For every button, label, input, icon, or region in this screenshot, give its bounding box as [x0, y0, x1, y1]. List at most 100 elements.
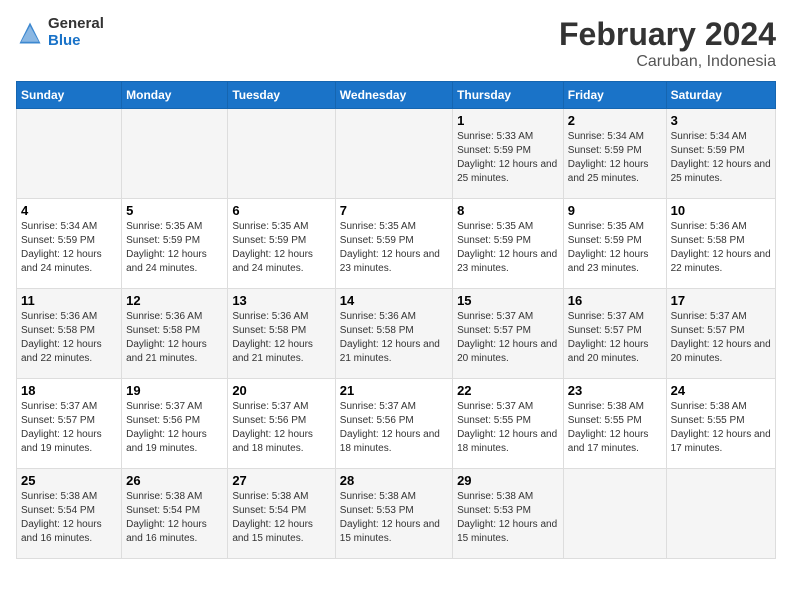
calendar-cell: 4 Sunrise: 5:34 AM Sunset: 5:59 PM Daylig…: [17, 199, 122, 289]
day-info: Sunrise: 5:34 AM Sunset: 5:59 PM Dayligh…: [671, 130, 771, 186]
day-number: 4: [21, 203, 117, 218]
day-number: 6: [232, 203, 330, 218]
column-headers: SundayMondayTuesdayWednesdayThursdayFrid…: [17, 82, 776, 109]
day-info: Sunrise: 5:38 AM Sunset: 5:54 PM Dayligh…: [126, 490, 223, 546]
day-number: 21: [340, 383, 448, 398]
day-number: 17: [671, 293, 771, 308]
calendar-cell: [666, 469, 775, 559]
day-number: 25: [21, 473, 117, 488]
calendar-cell: [335, 109, 452, 199]
calendar-cell: 19 Sunrise: 5:37 AM Sunset: 5:56 PM Dayli…: [122, 379, 228, 469]
day-info: Sunrise: 5:37 AM Sunset: 5:56 PM Dayligh…: [126, 400, 223, 456]
day-number: 18: [21, 383, 117, 398]
day-number: 7: [340, 203, 448, 218]
calendar-table: SundayMondayTuesdayWednesdayThursdayFrid…: [16, 81, 776, 559]
day-number: 27: [232, 473, 330, 488]
day-number: 14: [340, 293, 448, 308]
day-info: Sunrise: 5:38 AM Sunset: 5:54 PM Dayligh…: [232, 490, 330, 546]
calendar-cell: 13 Sunrise: 5:36 AM Sunset: 5:58 PM Dayli…: [228, 289, 335, 379]
day-info: Sunrise: 5:37 AM Sunset: 5:57 PM Dayligh…: [21, 400, 117, 456]
column-header-tuesday: Tuesday: [228, 82, 335, 109]
calendar-cell: 24 Sunrise: 5:38 AM Sunset: 5:55 PM Dayli…: [666, 379, 775, 469]
column-header-thursday: Thursday: [453, 82, 564, 109]
calendar-cell: 10 Sunrise: 5:36 AM Sunset: 5:58 PM Dayli…: [666, 199, 775, 289]
day-info: Sunrise: 5:37 AM Sunset: 5:56 PM Dayligh…: [232, 400, 330, 456]
calendar-cell: 2 Sunrise: 5:34 AM Sunset: 5:59 PM Daylig…: [563, 109, 666, 199]
day-info: Sunrise: 5:34 AM Sunset: 5:59 PM Dayligh…: [21, 220, 117, 276]
column-header-wednesday: Wednesday: [335, 82, 452, 109]
week-row-1: 1 Sunrise: 5:33 AM Sunset: 5:59 PM Daylig…: [17, 109, 776, 199]
logo-text: General Blue: [48, 16, 104, 49]
calendar-cell: 14 Sunrise: 5:36 AM Sunset: 5:58 PM Dayli…: [335, 289, 452, 379]
calendar-cell: 3 Sunrise: 5:34 AM Sunset: 5:59 PM Daylig…: [666, 109, 775, 199]
calendar-cell: 22 Sunrise: 5:37 AM Sunset: 5:55 PM Dayli…: [453, 379, 564, 469]
day-info: Sunrise: 5:35 AM Sunset: 5:59 PM Dayligh…: [457, 220, 559, 276]
day-number: 29: [457, 473, 559, 488]
column-header-sunday: Sunday: [17, 82, 122, 109]
calendar-cell: 16 Sunrise: 5:37 AM Sunset: 5:57 PM Dayli…: [563, 289, 666, 379]
day-info: Sunrise: 5:36 AM Sunset: 5:58 PM Dayligh…: [126, 310, 223, 366]
calendar-cell: 1 Sunrise: 5:33 AM Sunset: 5:59 PM Daylig…: [453, 109, 564, 199]
day-number: 3: [671, 113, 771, 128]
calendar-cell: 11Sunrise: 5:36 AM Sunset: 5:58 PM Dayli…: [17, 289, 122, 379]
day-number: 22: [457, 383, 559, 398]
column-header-saturday: Saturday: [666, 82, 775, 109]
calendar-cell: 21 Sunrise: 5:37 AM Sunset: 5:56 PM Dayli…: [335, 379, 452, 469]
calendar-cell: [228, 109, 335, 199]
day-number: 8: [457, 203, 559, 218]
day-info: Sunrise: 5:37 AM Sunset: 5:57 PM Dayligh…: [457, 310, 559, 366]
calendar-cell: 8 Sunrise: 5:35 AM Sunset: 5:59 PM Daylig…: [453, 199, 564, 289]
week-row-3: 11Sunrise: 5:36 AM Sunset: 5:58 PM Dayli…: [17, 289, 776, 379]
day-info: Sunrise: 5:38 AM Sunset: 5:55 PM Dayligh…: [671, 400, 771, 456]
calendar-cell: 6 Sunrise: 5:35 AM Sunset: 5:59 PM Daylig…: [228, 199, 335, 289]
day-number: 24: [671, 383, 771, 398]
week-row-5: 25 Sunrise: 5:38 AM Sunset: 5:54 PM Dayli…: [17, 469, 776, 559]
day-info: Sunrise: 5:36 AM Sunset: 5:58 PM Dayligh…: [671, 220, 771, 276]
day-info: Sunrise: 5:34 AM Sunset: 5:59 PM Dayligh…: [568, 130, 662, 186]
day-info: Sunrise: 5:33 AM Sunset: 5:59 PM Dayligh…: [457, 130, 559, 186]
calendar-cell: [122, 109, 228, 199]
calendar-cell: 23 Sunrise: 5:38 AM Sunset: 5:55 PM Dayli…: [563, 379, 666, 469]
calendar-cell: 12 Sunrise: 5:36 AM Sunset: 5:58 PM Dayli…: [122, 289, 228, 379]
header: General Blue February 2024 Caruban, Indo…: [16, 16, 776, 71]
day-number: 12: [126, 293, 223, 308]
calendar-cell: 28 Sunrise: 5:38 AM Sunset: 5:53 PM Dayli…: [335, 469, 452, 559]
calendar-cell: 18 Sunrise: 5:37 AM Sunset: 5:57 PM Dayli…: [17, 379, 122, 469]
day-number: 13: [232, 293, 330, 308]
day-info: Sunrise: 5:38 AM Sunset: 5:54 PM Dayligh…: [21, 490, 117, 546]
day-number: 9: [568, 203, 662, 218]
calendar-cell: 29Sunrise: 5:38 AM Sunset: 5:53 PM Dayli…: [453, 469, 564, 559]
day-info: Sunrise: 5:35 AM Sunset: 5:59 PM Dayligh…: [232, 220, 330, 276]
calendar-cell: 17Sunrise: 5:37 AM Sunset: 5:57 PM Dayli…: [666, 289, 775, 379]
day-info: Sunrise: 5:37 AM Sunset: 5:56 PM Dayligh…: [340, 400, 448, 456]
day-number: 2: [568, 113, 662, 128]
calendar-cell: [17, 109, 122, 199]
day-number: 1: [457, 113, 559, 128]
calendar-cell: 5 Sunrise: 5:35 AM Sunset: 5:59 PM Daylig…: [122, 199, 228, 289]
day-info: Sunrise: 5:37 AM Sunset: 5:55 PM Dayligh…: [457, 400, 559, 456]
calendar-cell: 20Sunrise: 5:37 AM Sunset: 5:56 PM Dayli…: [228, 379, 335, 469]
logo-general-text: General: [48, 16, 104, 33]
day-number: 28: [340, 473, 448, 488]
day-number: 10: [671, 203, 771, 218]
logo-blue-text: Blue: [48, 33, 104, 50]
logo-icon: [16, 19, 44, 47]
day-number: 16: [568, 293, 662, 308]
calendar-cell: 7Sunrise: 5:35 AM Sunset: 5:59 PM Daylig…: [335, 199, 452, 289]
day-info: Sunrise: 5:38 AM Sunset: 5:55 PM Dayligh…: [568, 400, 662, 456]
day-info: Sunrise: 5:38 AM Sunset: 5:53 PM Dayligh…: [340, 490, 448, 546]
day-number: 23: [568, 383, 662, 398]
day-info: Sunrise: 5:36 AM Sunset: 5:58 PM Dayligh…: [232, 310, 330, 366]
day-info: Sunrise: 5:36 AM Sunset: 5:58 PM Dayligh…: [21, 310, 117, 366]
day-number: 15: [457, 293, 559, 308]
calendar-cell: [563, 469, 666, 559]
day-number: 5: [126, 203, 223, 218]
day-number: 19: [126, 383, 223, 398]
day-info: Sunrise: 5:36 AM Sunset: 5:58 PM Dayligh…: [340, 310, 448, 366]
day-info: Sunrise: 5:35 AM Sunset: 5:59 PM Dayligh…: [126, 220, 223, 276]
sub-title: Caruban, Indonesia: [559, 53, 776, 71]
day-info: Sunrise: 5:37 AM Sunset: 5:57 PM Dayligh…: [568, 310, 662, 366]
calendar-cell: 25 Sunrise: 5:38 AM Sunset: 5:54 PM Dayli…: [17, 469, 122, 559]
day-number: 26: [126, 473, 223, 488]
calendar-cell: 27 Sunrise: 5:38 AM Sunset: 5:54 PM Dayli…: [228, 469, 335, 559]
